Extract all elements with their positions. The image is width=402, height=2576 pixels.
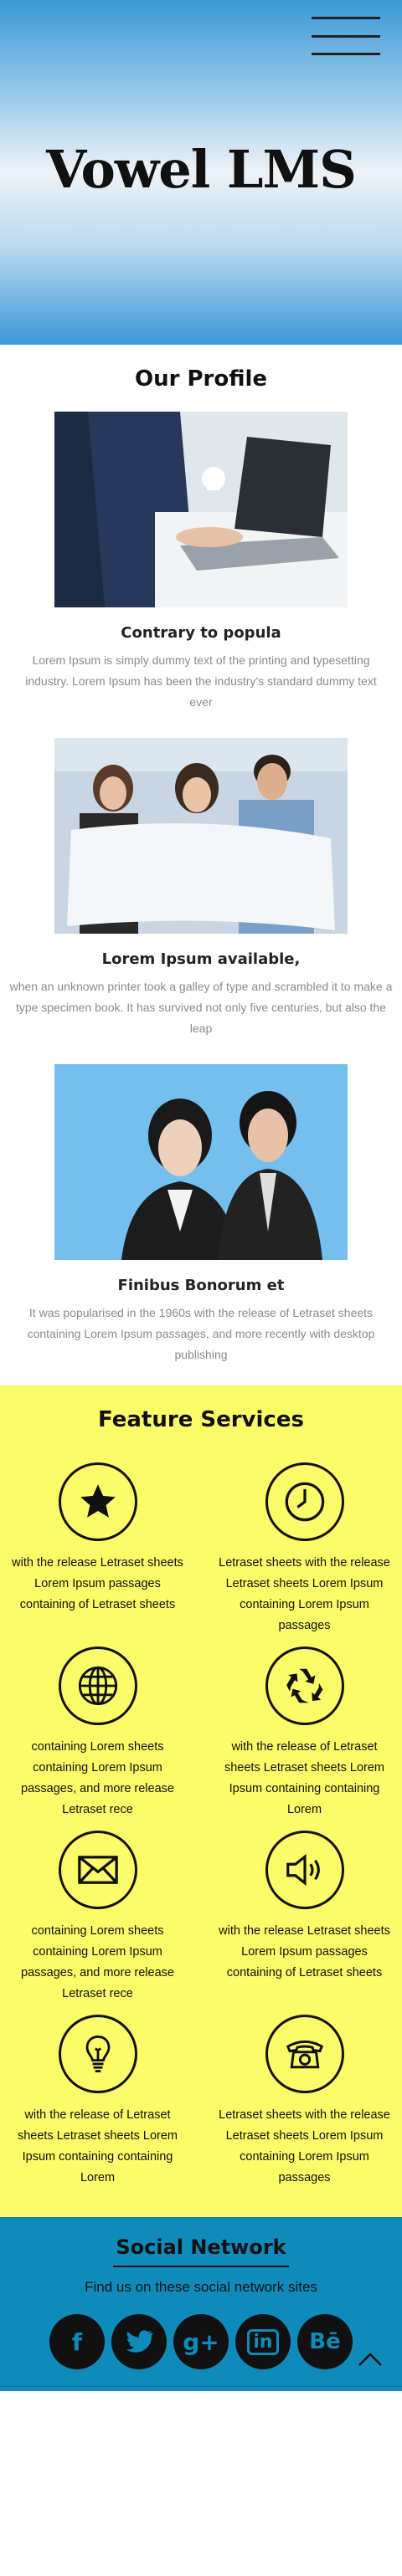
profile-card: Finibus Bonorum et It was popularised in… xyxy=(0,1064,402,1365)
feature-item: containing Lorem sheets containing Lorem… xyxy=(3,1831,192,2005)
linkedin-icon[interactable]: in xyxy=(235,2314,291,2369)
title-underline xyxy=(113,2266,289,2267)
lightbulb-icon xyxy=(58,2015,137,2093)
hero-banner: Vowel LMS xyxy=(0,0,402,345)
card-text: when an unknown printer took a galley of… xyxy=(9,980,393,1035)
feature-text: with the release Letraset sheets Lorem I… xyxy=(12,1556,183,1611)
social-network-section: Social Network Find us on these social n… xyxy=(0,2217,402,2386)
feature-item: with the release of Letraset sheets Letr… xyxy=(3,2015,192,2189)
facebook-glyph: f xyxy=(71,2328,83,2356)
twitter-icon[interactable] xyxy=(111,2314,167,2369)
linkedin-glyph: in xyxy=(247,2328,279,2355)
profile-card: Lorem Ipsum available, when an unknown p… xyxy=(0,738,402,1039)
team-photo xyxy=(54,738,348,934)
scroll-to-top-icon[interactable] xyxy=(357,2351,384,2368)
site-title: Vowel LMS xyxy=(46,139,357,200)
globe-icon xyxy=(58,1646,137,1725)
google-plus-icon[interactable]: g+ xyxy=(173,2314,229,2369)
business-people-photo xyxy=(54,1064,348,1260)
card-title: Lorem Ipsum available, xyxy=(101,950,301,968)
recycle-icon xyxy=(265,1646,344,1725)
hamburger-menu-icon[interactable] xyxy=(312,17,380,55)
social-subtitle: Find us on these social network sites xyxy=(85,2279,317,2295)
feature-item: Letraset sheets with the release Letrase… xyxy=(210,2015,399,2189)
laptop-photo xyxy=(54,412,348,607)
feature-text: with the release of Letraset sheets Letr… xyxy=(224,1740,385,1816)
features-grid: with the release Letraset sheets Lorem I… xyxy=(0,1462,402,2189)
social-links: f g+ in Bē xyxy=(0,2314,402,2369)
feature-item: Letraset sheets with the release Letrase… xyxy=(210,1462,399,1636)
behance-glyph: Bē xyxy=(309,2329,341,2354)
feature-item: with the release of Letraset sheets Letr… xyxy=(210,1646,399,1821)
card-title: Finibus Bonorum et xyxy=(117,1277,285,1294)
menu-line xyxy=(312,34,380,38)
mail-icon xyxy=(58,1831,137,1909)
features-title: Feature Services xyxy=(98,1407,304,1432)
menu-line xyxy=(312,53,380,55)
card-text: It was popularised in the 1960s with the… xyxy=(27,1306,375,1361)
speaker-icon xyxy=(265,1831,344,1909)
feature-text: containing Lorem sheets containing Lorem… xyxy=(21,1924,174,2000)
menu-line xyxy=(312,17,380,19)
feature-item: with the release Letraset sheets Lorem I… xyxy=(210,1831,399,2005)
profile-section: Our Profile Contrary to popula Lorem Ips… xyxy=(0,345,402,1385)
google-plus-glyph: g+ xyxy=(183,2328,219,2356)
phone-icon xyxy=(265,2015,344,2093)
feature-text: Letraset sheets with the release Letrase… xyxy=(219,2108,390,2184)
card-title: Contrary to popula xyxy=(121,624,281,642)
social-title: Social Network xyxy=(116,2235,286,2259)
feature-text: with the release of Letraset sheets Letr… xyxy=(17,2108,178,2184)
behance-icon[interactable]: Bē xyxy=(297,2314,353,2369)
feature-services-section: Feature Services with the release Letras… xyxy=(0,1385,402,2217)
profile-title: Our Profile xyxy=(134,366,268,392)
star-icon xyxy=(58,1462,137,1541)
feature-item: containing Lorem sheets containing Lorem… xyxy=(3,1646,192,1821)
feature-text: Letraset sheets with the release Letrase… xyxy=(219,1556,390,1632)
feature-text: containing Lorem sheets containing Lorem… xyxy=(21,1740,174,1816)
card-text: Lorem Ipsum is simply dummy text of the … xyxy=(25,653,377,709)
footer-strip xyxy=(0,2386,402,2391)
profile-card: Contrary to popula Lorem Ipsum is simply… xyxy=(0,412,402,713)
feature-item: with the release Letraset sheets Lorem I… xyxy=(3,1462,192,1636)
facebook-icon[interactable]: f xyxy=(49,2314,105,2369)
clock-icon xyxy=(265,1462,344,1541)
feature-text: with the release Letraset sheets Lorem I… xyxy=(219,1924,390,1979)
